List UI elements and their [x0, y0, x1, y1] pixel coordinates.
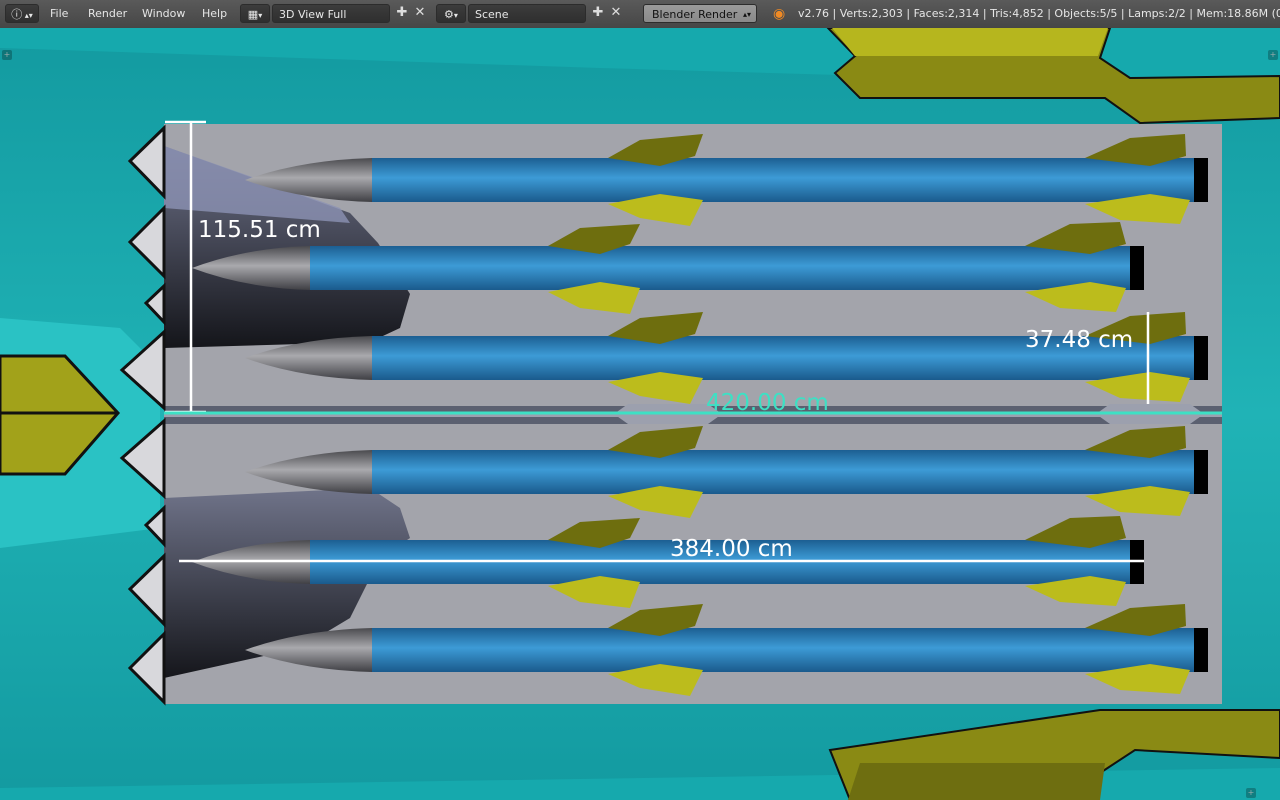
scene-statistics: v2.76 | Verts:2,303 | Faces:2,314 | Tris…: [798, 7, 1280, 20]
screen-layout-name: 3D View Full: [279, 8, 347, 21]
area-split-corner-bottom-right[interactable]: +: [1246, 788, 1256, 798]
menu-window[interactable]: Window: [142, 4, 185, 24]
info-icon: ⓘ: [11, 8, 23, 21]
scene-field[interactable]: Scene: [468, 4, 586, 23]
yellow-fin-top-upper: [832, 28, 1108, 56]
area-split-corner-top-left[interactable]: +: [2, 50, 12, 60]
measure-spacing-label: 37.48 cm: [1025, 327, 1133, 353]
remove-screen-icon[interactable]: ✕: [412, 5, 428, 21]
measure-height-label: 115.51 cm: [198, 217, 321, 243]
render-engine-dropdown[interactable]: Blender Render ▴▾: [643, 4, 757, 23]
screen-layout-browse-button[interactable]: ▦▾: [240, 4, 270, 23]
remove-scene-icon[interactable]: ✕: [608, 5, 624, 21]
scene-name: Scene: [475, 8, 509, 21]
editor-type-button[interactable]: ⓘ ▴▾: [5, 4, 39, 23]
info-header: ⓘ ▴▾ File Render Window Help ▦▾ 3D View …: [0, 0, 1280, 29]
blender-logo-icon: ◉: [773, 6, 786, 22]
menu-file[interactable]: File: [50, 4, 68, 24]
render-engine-label: Blender Render: [652, 8, 738, 21]
scene-icon: ⚙: [444, 8, 454, 21]
measure-length-label: 384.00 cm: [670, 536, 793, 562]
add-screen-icon[interactable]: ✚: [394, 5, 410, 21]
measure-width-label: 420.00 cm: [706, 390, 829, 416]
yellow-fin-bottom-lower: [848, 763, 1105, 800]
menu-render[interactable]: Render: [88, 4, 127, 24]
layout-icon: ▦: [247, 8, 259, 21]
3d-viewport[interactable]: 115.51 cm 37.48 cm 420.00 cm 384.00 cm +…: [0, 28, 1280, 800]
screen-layout-field[interactable]: 3D View Full: [272, 4, 390, 23]
area-split-corner-top-right[interactable]: +: [1268, 50, 1278, 60]
menu-help[interactable]: Help: [202, 4, 227, 24]
viewport-canvas[interactable]: 115.51 cm 37.48 cm 420.00 cm 384.00 cm: [0, 28, 1280, 800]
add-scene-icon[interactable]: ✚: [590, 5, 606, 21]
scene-browse-button[interactable]: ⚙▾: [436, 4, 466, 23]
